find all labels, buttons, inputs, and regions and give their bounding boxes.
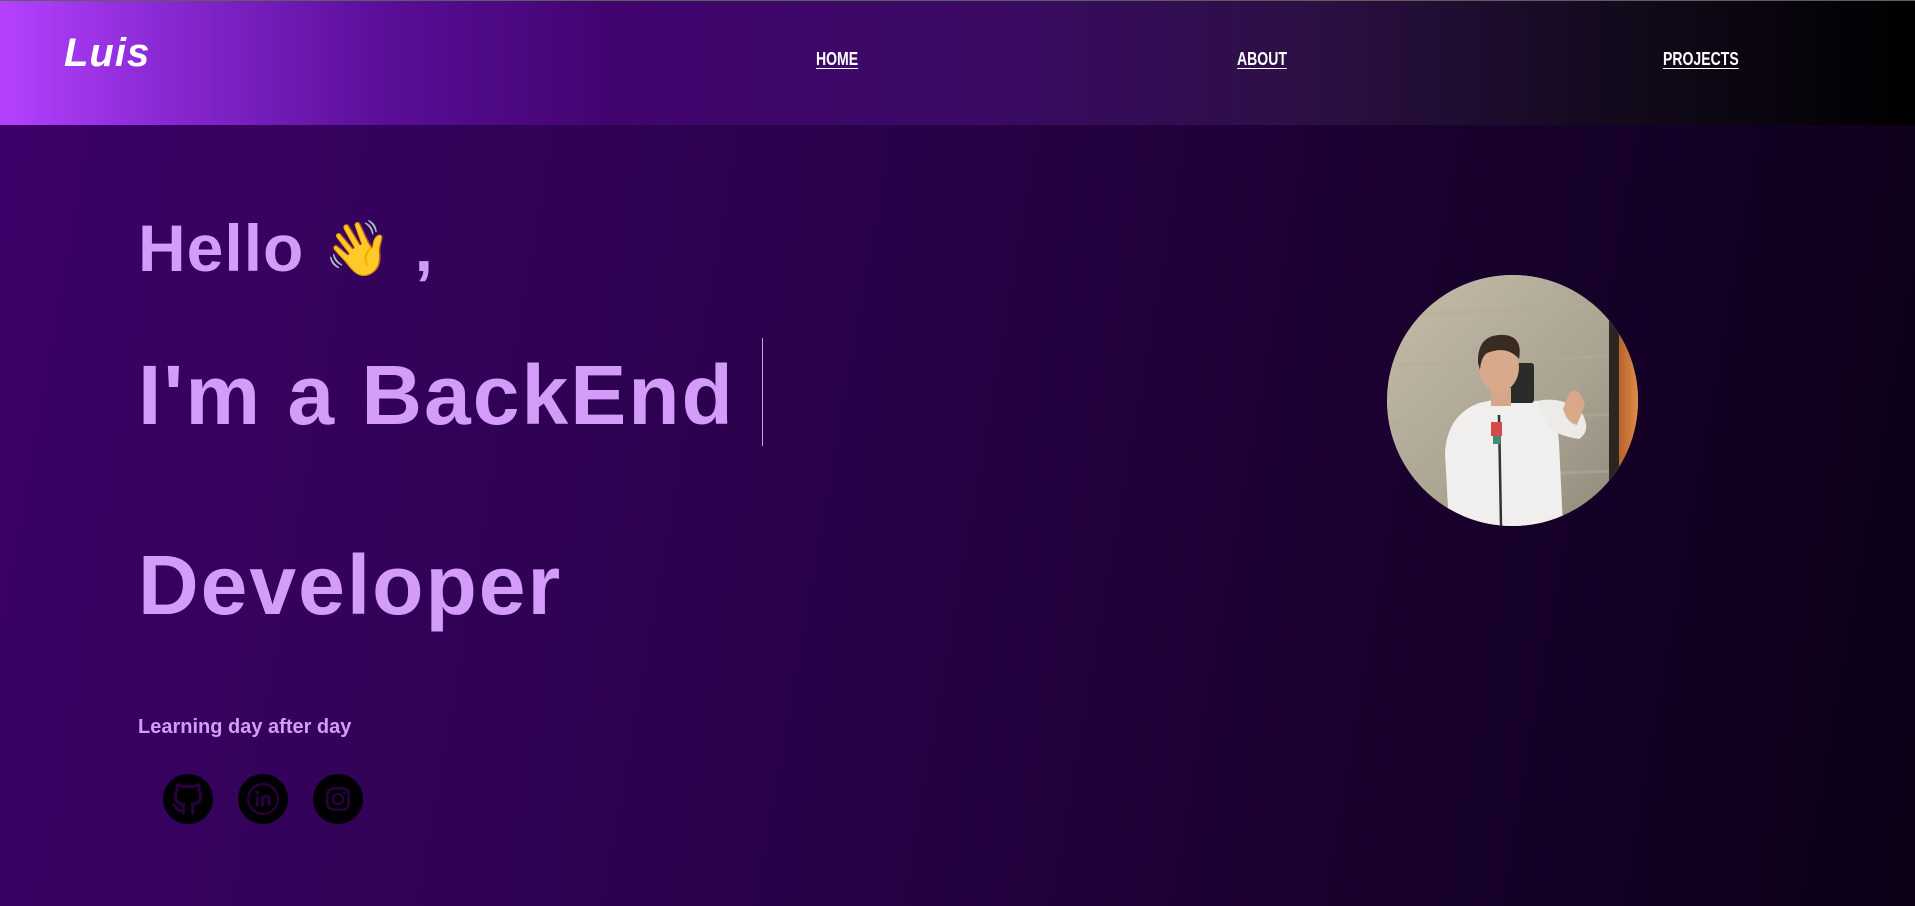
site-logo[interactable]: Luis	[64, 31, 150, 76]
nav-projects-link[interactable]: PROJECTS	[1663, 49, 1739, 70]
profile-photo	[1387, 275, 1638, 526]
linkedin-icon	[246, 782, 280, 816]
nav-about-link[interactable]: ABOUT	[1237, 49, 1287, 70]
hero-tagline: Learning day after day	[138, 716, 352, 738]
github-link[interactable]	[163, 774, 213, 824]
profile-photo-illustration	[1387, 275, 1638, 526]
headline-line-1: I'm a BackEnd	[138, 348, 735, 442]
instagram-icon	[326, 787, 350, 811]
top-navbar: Luis HOME ABOUT PROJECTS	[0, 0, 1915, 125]
waving-hand-icon: 👋	[324, 219, 393, 279]
headline-line-2: Developer	[138, 538, 563, 632]
greeting-text: Hello	[138, 211, 305, 285]
nav-home-link[interactable]: HOME	[816, 49, 858, 70]
greeting-comma: ,	[414, 211, 434, 285]
github-icon	[172, 783, 203, 815]
instagram-link[interactable]	[313, 774, 363, 824]
hero-greeting: Hello 👋,	[138, 210, 434, 286]
linkedin-link[interactable]	[238, 774, 288, 824]
typing-cursor	[762, 338, 763, 446]
